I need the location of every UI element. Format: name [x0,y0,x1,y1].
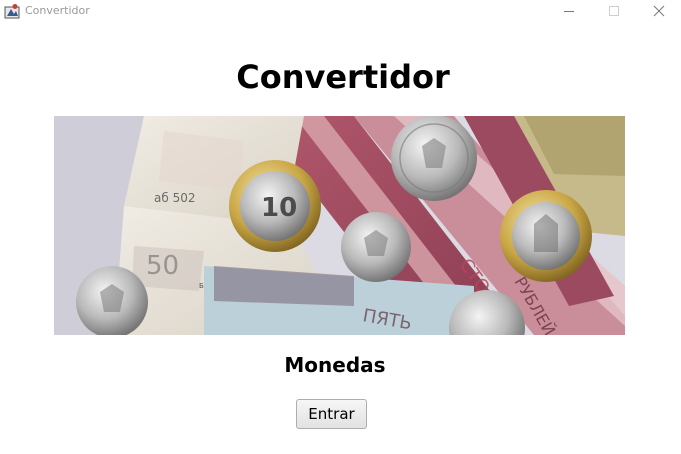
svg-text:50: 50 [146,251,179,281]
banknotes-coins-illustration: 50 БАНКА РОССИИ аб 502 ПЯТЬ СТО РУБЛЕЙ 1… [54,116,625,335]
java-app-icon [4,3,20,19]
enter-button[interactable]: Entrar [296,399,367,429]
money-image: 50 БАНКА РОССИИ аб 502 ПЯТЬ СТО РУБЛЕЙ 1… [54,116,625,335]
maximize-icon [609,6,619,16]
close-button[interactable] [637,0,681,22]
title-bar[interactable]: Convertidor [0,0,681,22]
svg-text:10: 10 [261,193,297,223]
maximize-button[interactable] [592,0,636,22]
minimize-button[interactable] [547,0,591,22]
svg-text:аб 502: аб 502 [154,191,195,205]
page-title: Convertidor [236,58,450,96]
close-icon [653,5,665,17]
minimize-icon [564,11,574,12]
app-window: Convertidor Convertidor 50 аб 502 ПЯТЬ С… [0,0,681,454]
window-title: Convertidor [25,4,90,17]
section-title: Monedas [284,353,386,377]
